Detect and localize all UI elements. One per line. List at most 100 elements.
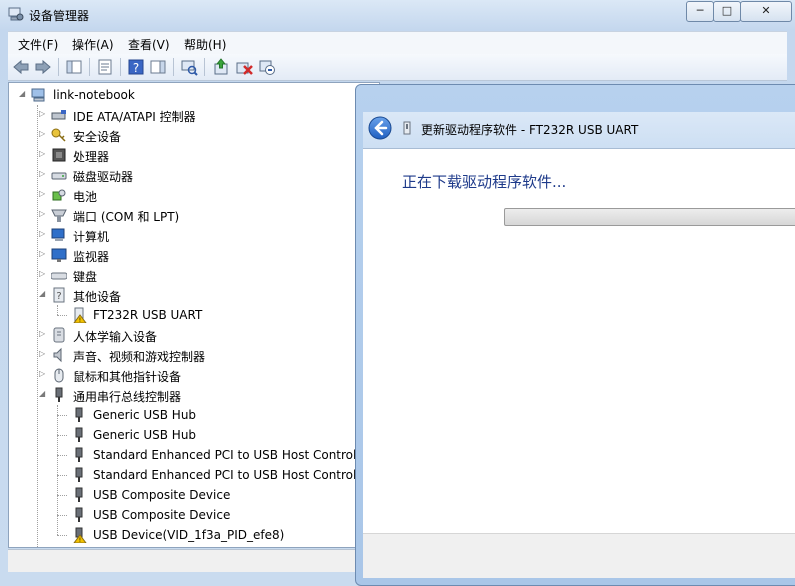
- maximize-button[interactable]: □: [713, 1, 741, 22]
- action-pane-icon[interactable]: [149, 58, 167, 76]
- tree-node-usb-device[interactable]: Generic USB Hub: [9, 405, 379, 425]
- minimize-button[interactable]: ─: [686, 1, 714, 22]
- tree-node-ports[interactable]: ▷ 端口 (COM 和 LPT): [9, 205, 379, 225]
- tree-node-usb-device[interactable]: Standard Enhanced PCI to USB Host Contro…: [9, 445, 379, 465]
- hid-icon: [53, 327, 65, 343]
- tree-node-label: Standard Enhanced PCI to USB Host Contro…: [93, 468, 373, 482]
- svg-text:!: !: [79, 317, 81, 323]
- tree-node-battery[interactable]: ▷ 电池: [9, 185, 379, 205]
- tree-node-processor[interactable]: ▷ 处理器: [9, 145, 379, 165]
- tree-node-label: 计算机: [73, 230, 110, 244]
- tree-node-ide[interactable]: ▷ IDE ATA/ATAPI 控制器: [9, 105, 379, 125]
- collapse-arrow-icon[interactable]: ◢: [39, 290, 47, 298]
- processor-icon: [52, 148, 66, 162]
- back-icon[interactable]: [12, 58, 30, 76]
- keyboard-icon: [51, 272, 67, 280]
- tree-node-usb-device[interactable]: USB Composite Device: [9, 505, 379, 525]
- tree-node-usb-device[interactable]: Standard Enhanced PCI to USB Host Contro…: [9, 465, 379, 485]
- tree-node-label: USB Composite Device: [93, 488, 231, 502]
- tree-node-usb-device[interactable]: USB Composite Device: [9, 485, 379, 505]
- expand-arrow-icon[interactable]: ▷: [39, 170, 47, 178]
- tree-node-hid[interactable]: ▷ 人体学输入设备: [9, 325, 379, 345]
- toolbar-separator: [204, 58, 205, 76]
- menu-action[interactable]: 操作(A): [72, 36, 114, 53]
- collapse-arrow-icon[interactable]: ◢: [39, 390, 47, 398]
- svg-text:!: !: [79, 537, 81, 543]
- help-icon[interactable]: ?: [127, 58, 145, 76]
- computer-icon: [51, 228, 65, 241]
- uninstall-icon[interactable]: [235, 58, 253, 76]
- usb-icon: [75, 407, 83, 422]
- tree-root[interactable]: ◢ link-notebook: [9, 85, 379, 105]
- port-icon: [51, 209, 67, 222]
- svg-text:?: ?: [133, 61, 139, 75]
- update-driver-icon[interactable]: [212, 58, 230, 76]
- expand-arrow-icon[interactable]: ▷: [39, 210, 47, 218]
- tree-node-label: 声音、视频和游戏控制器: [73, 350, 206, 364]
- tree-node-label: 安全设备: [73, 130, 122, 144]
- tree-node-usb-controllers[interactable]: ◢ 通用串行总线控制器: [9, 385, 379, 405]
- properties-icon[interactable]: [96, 58, 114, 76]
- expand-arrow-icon[interactable]: ▷: [39, 130, 47, 138]
- menu-view[interactable]: 查看(V): [128, 36, 170, 53]
- tree-node-sound[interactable]: ▷ 声音、视频和游戏控制器: [9, 345, 379, 365]
- tree-node-label: 键盘: [73, 270, 98, 284]
- disable-icon[interactable]: [258, 58, 276, 76]
- usb-icon: [55, 387, 63, 402]
- tree-node-usb-device[interactable]: Generic USB Hub: [9, 425, 379, 445]
- expand-arrow-icon[interactable]: ▷: [39, 370, 47, 378]
- close-button[interactable]: ✕: [740, 1, 792, 22]
- tree-node-label: 电池: [73, 190, 98, 204]
- toolbar: ?: [8, 54, 787, 81]
- svg-text:?: ?: [56, 291, 61, 302]
- toolbar-separator: [173, 58, 174, 76]
- usb-icon: [75, 507, 83, 522]
- tree-node-computer[interactable]: ▷ 计算机: [9, 225, 379, 245]
- tree-node-label: Standard Enhanced PCI to USB Host Contro…: [93, 448, 373, 462]
- device-icon: [403, 121, 411, 135]
- tree-node-other-devices[interactable]: ◢ ? 其他设备: [9, 285, 379, 305]
- tree-node-ft232r[interactable]: ! FT232R USB UART: [9, 305, 379, 325]
- expand-arrow-icon[interactable]: ▷: [39, 230, 47, 238]
- tree-node-label: USB Composite Device: [93, 508, 231, 522]
- disk-drive-icon: [51, 172, 67, 180]
- show-hide-tree-icon[interactable]: [65, 58, 83, 76]
- tree-node-usb-unknown[interactable]: ! USB Device(VID_1f3a_PID_efe8): [9, 525, 379, 545]
- toolbar-separator: [120, 58, 121, 76]
- expand-arrow-icon[interactable]: ▷: [39, 350, 47, 358]
- tree-node-mouse[interactable]: ▷ 鼠标和其他指针设备: [9, 365, 379, 385]
- usb-icon: [75, 447, 83, 462]
- menu-help[interactable]: 帮助(H): [184, 36, 226, 53]
- dialog-footer: [363, 533, 795, 578]
- expand-arrow-icon[interactable]: ▷: [39, 250, 47, 258]
- tree-node-label: 人体学输入设备: [73, 330, 158, 344]
- tree-node-label: FT232R USB UART: [93, 308, 203, 322]
- tree-node-label: 端口 (COM 和 LPT): [73, 210, 180, 224]
- tree-node-disk[interactable]: ▷ 磁盘驱动器: [9, 165, 379, 185]
- tree-node-keyboard[interactable]: ▷ 键盘: [9, 265, 379, 285]
- forward-icon[interactable]: [34, 58, 52, 76]
- tree-node-monitor[interactable]: ▷ 监视器: [9, 245, 379, 265]
- device-tree[interactable]: ◢ link-notebook ▷ IDE ATA/ATAPI 控制器 ▷ 安全…: [8, 82, 380, 548]
- expand-arrow-icon[interactable]: ▷: [39, 190, 47, 198]
- title-bar[interactable]: 设备管理器 ─ □ ✕: [0, 0, 795, 30]
- menu-bar: 文件(F) 操作(A) 查看(V) 帮助(H): [8, 31, 787, 54]
- collapse-arrow-icon[interactable]: ◢: [19, 90, 27, 98]
- security-key-icon: [51, 128, 66, 142]
- tree-node-label: Generic USB Hub: [93, 428, 197, 442]
- tree-node-label: 通用串行总线控制器: [73, 390, 182, 404]
- expand-arrow-icon[interactable]: ▷: [39, 150, 47, 158]
- tree-node-label: Generic USB Hub: [93, 408, 197, 422]
- expand-arrow-icon[interactable]: ▷: [39, 110, 47, 118]
- back-button[interactable]: [368, 116, 392, 140]
- downloading-heading: 正在下载驱动程序软件...: [402, 173, 567, 191]
- tree-node-label: IDE ATA/ATAPI 控制器: [73, 110, 196, 124]
- scan-hardware-icon[interactable]: [180, 58, 198, 76]
- menu-file[interactable]: 文件(F): [18, 36, 58, 53]
- tree-node-security[interactable]: ▷ 安全设备: [9, 125, 379, 145]
- expand-arrow-icon[interactable]: ▷: [39, 330, 47, 338]
- expand-arrow-icon[interactable]: ▷: [39, 270, 47, 278]
- tree-node-label: 鼠标和其他指针设备: [73, 370, 182, 384]
- warning-device-icon: !: [73, 527, 87, 543]
- tree-node-label: USB Device(VID_1f3a_PID_efe8): [93, 528, 285, 542]
